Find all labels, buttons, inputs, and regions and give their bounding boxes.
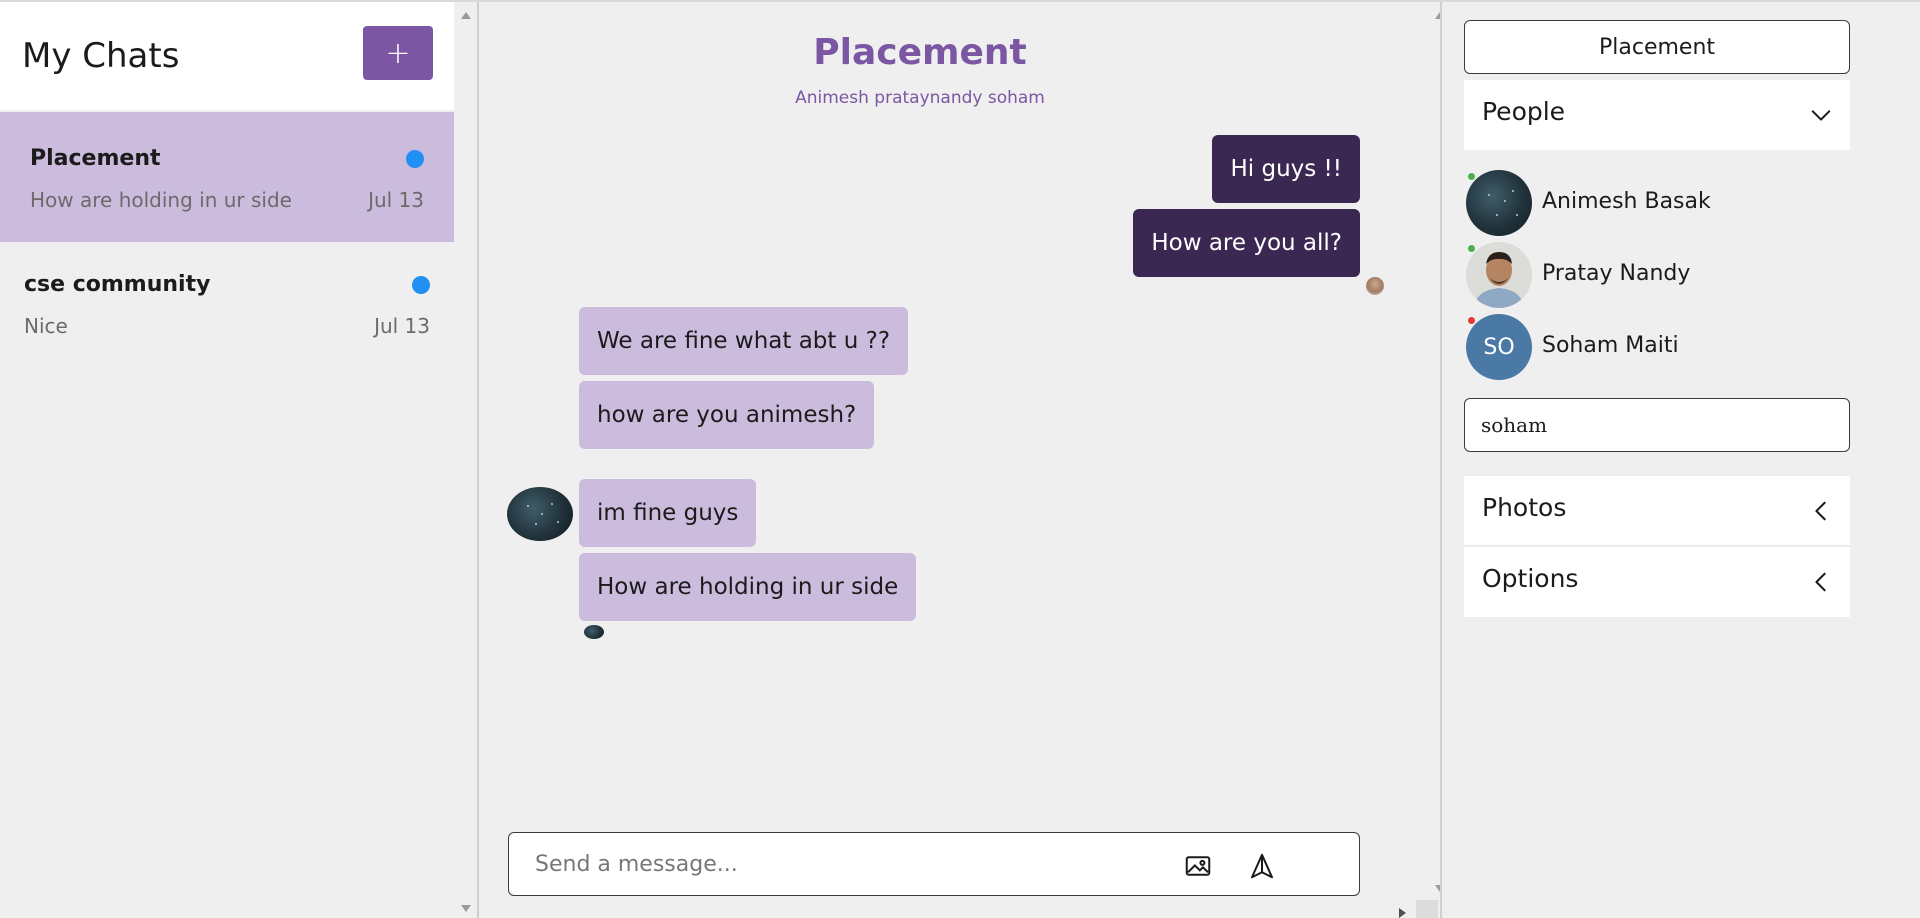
message-bubble-outgoing: Hi guys !! bbox=[1212, 135, 1360, 203]
unread-indicator bbox=[406, 150, 424, 168]
sidebar-title: My Chats bbox=[22, 36, 180, 76]
photos-label: Photos bbox=[1482, 493, 1567, 522]
group-details-panel: Placement People Animesh Basak Pratay Na… bbox=[1442, 2, 1920, 918]
add-user-search-input[interactable] bbox=[1481, 409, 1831, 441]
chevron-down-icon bbox=[1810, 104, 1832, 126]
avatar: SO bbox=[1466, 314, 1532, 380]
online-status-dot bbox=[1468, 173, 1475, 180]
group-name-button[interactable]: Placement bbox=[1464, 20, 1850, 74]
person-item-animesh[interactable]: Animesh Basak bbox=[1466, 170, 1846, 236]
avatar bbox=[1466, 242, 1532, 308]
message-bubble-incoming: how are you animesh? bbox=[579, 381, 875, 449]
chat-app: My Chats + Placement How are holding in … bbox=[0, 0, 1920, 918]
chat-name: Placement bbox=[30, 146, 161, 171]
chat-list-item-cse-community[interactable]: cse community Nice Jul 13 bbox=[0, 238, 454, 368]
panel-divider bbox=[477, 2, 479, 918]
new-group-chat-button[interactable]: + bbox=[363, 26, 433, 80]
scroll-down-arrow-icon[interactable] bbox=[461, 905, 471, 912]
message-bubble-incoming: How are holding in ur side bbox=[579, 553, 917, 621]
plus-icon: + bbox=[385, 35, 411, 71]
message-bubble-outgoing: How are you all? bbox=[1133, 209, 1360, 277]
chevron-left-icon bbox=[1810, 500, 1832, 522]
message-bubble-incoming: We are fine what abt u ?? bbox=[579, 307, 909, 375]
unread-indicator bbox=[412, 276, 430, 294]
options-label: Options bbox=[1482, 564, 1579, 593]
message-bubble-incoming: im fine guys bbox=[579, 479, 757, 547]
sender-avatar[interactable] bbox=[507, 487, 573, 541]
chat-window: Placement Animesh prataynandy soham Hi g… bbox=[480, 2, 1438, 918]
person-item-soham[interactable]: SO Soham Maiti bbox=[1466, 314, 1846, 380]
options-accordion[interactable]: Options bbox=[1464, 547, 1850, 617]
add-user-search-box bbox=[1464, 398, 1850, 452]
chat-last-message: Nice bbox=[24, 314, 68, 338]
photos-accordion[interactable]: Photos bbox=[1464, 476, 1850, 546]
people-label: People bbox=[1482, 97, 1566, 126]
chat-members: Animesh prataynandy soham bbox=[795, 88, 1045, 108]
sidebar-header: My Chats + bbox=[0, 2, 454, 110]
online-status-dot bbox=[1468, 245, 1475, 252]
people-accordion[interactable]: People bbox=[1464, 80, 1850, 150]
read-receipt-avatar bbox=[584, 625, 604, 639]
offline-status-dot bbox=[1468, 317, 1475, 324]
person-item-pratay[interactable]: Pratay Nandy bbox=[1466, 242, 1846, 308]
chat-last-message: How are holding in ur side bbox=[30, 188, 292, 212]
person-name: Pratay Nandy bbox=[1542, 261, 1691, 286]
image-icon[interactable] bbox=[1183, 851, 1213, 881]
chat-date: Jul 13 bbox=[374, 314, 430, 338]
person-name: Animesh Basak bbox=[1542, 189, 1711, 214]
send-icon[interactable] bbox=[1247, 851, 1277, 881]
sidebar-scrollbar[interactable] bbox=[456, 2, 476, 918]
read-receipt-avatar bbox=[1366, 277, 1384, 295]
chat-title: Placement bbox=[813, 32, 1027, 73]
avatar bbox=[1466, 170, 1532, 236]
chat-date: Jul 13 bbox=[368, 188, 424, 212]
chat-list-item-placement[interactable]: Placement How are holding in ur side Jul… bbox=[0, 112, 454, 242]
chat-list-sidebar: My Chats + Placement How are holding in … bbox=[0, 2, 454, 918]
scrollbar-corner bbox=[1416, 900, 1438, 918]
message-input[interactable] bbox=[535, 847, 1155, 881]
message-composer bbox=[508, 832, 1360, 896]
scroll-up-arrow-icon[interactable] bbox=[461, 12, 471, 19]
chevron-left-icon bbox=[1810, 571, 1832, 593]
person-name: Soham Maiti bbox=[1542, 333, 1679, 358]
scroll-right-arrow-icon[interactable] bbox=[1399, 908, 1406, 918]
chat-name: cse community bbox=[24, 272, 211, 297]
